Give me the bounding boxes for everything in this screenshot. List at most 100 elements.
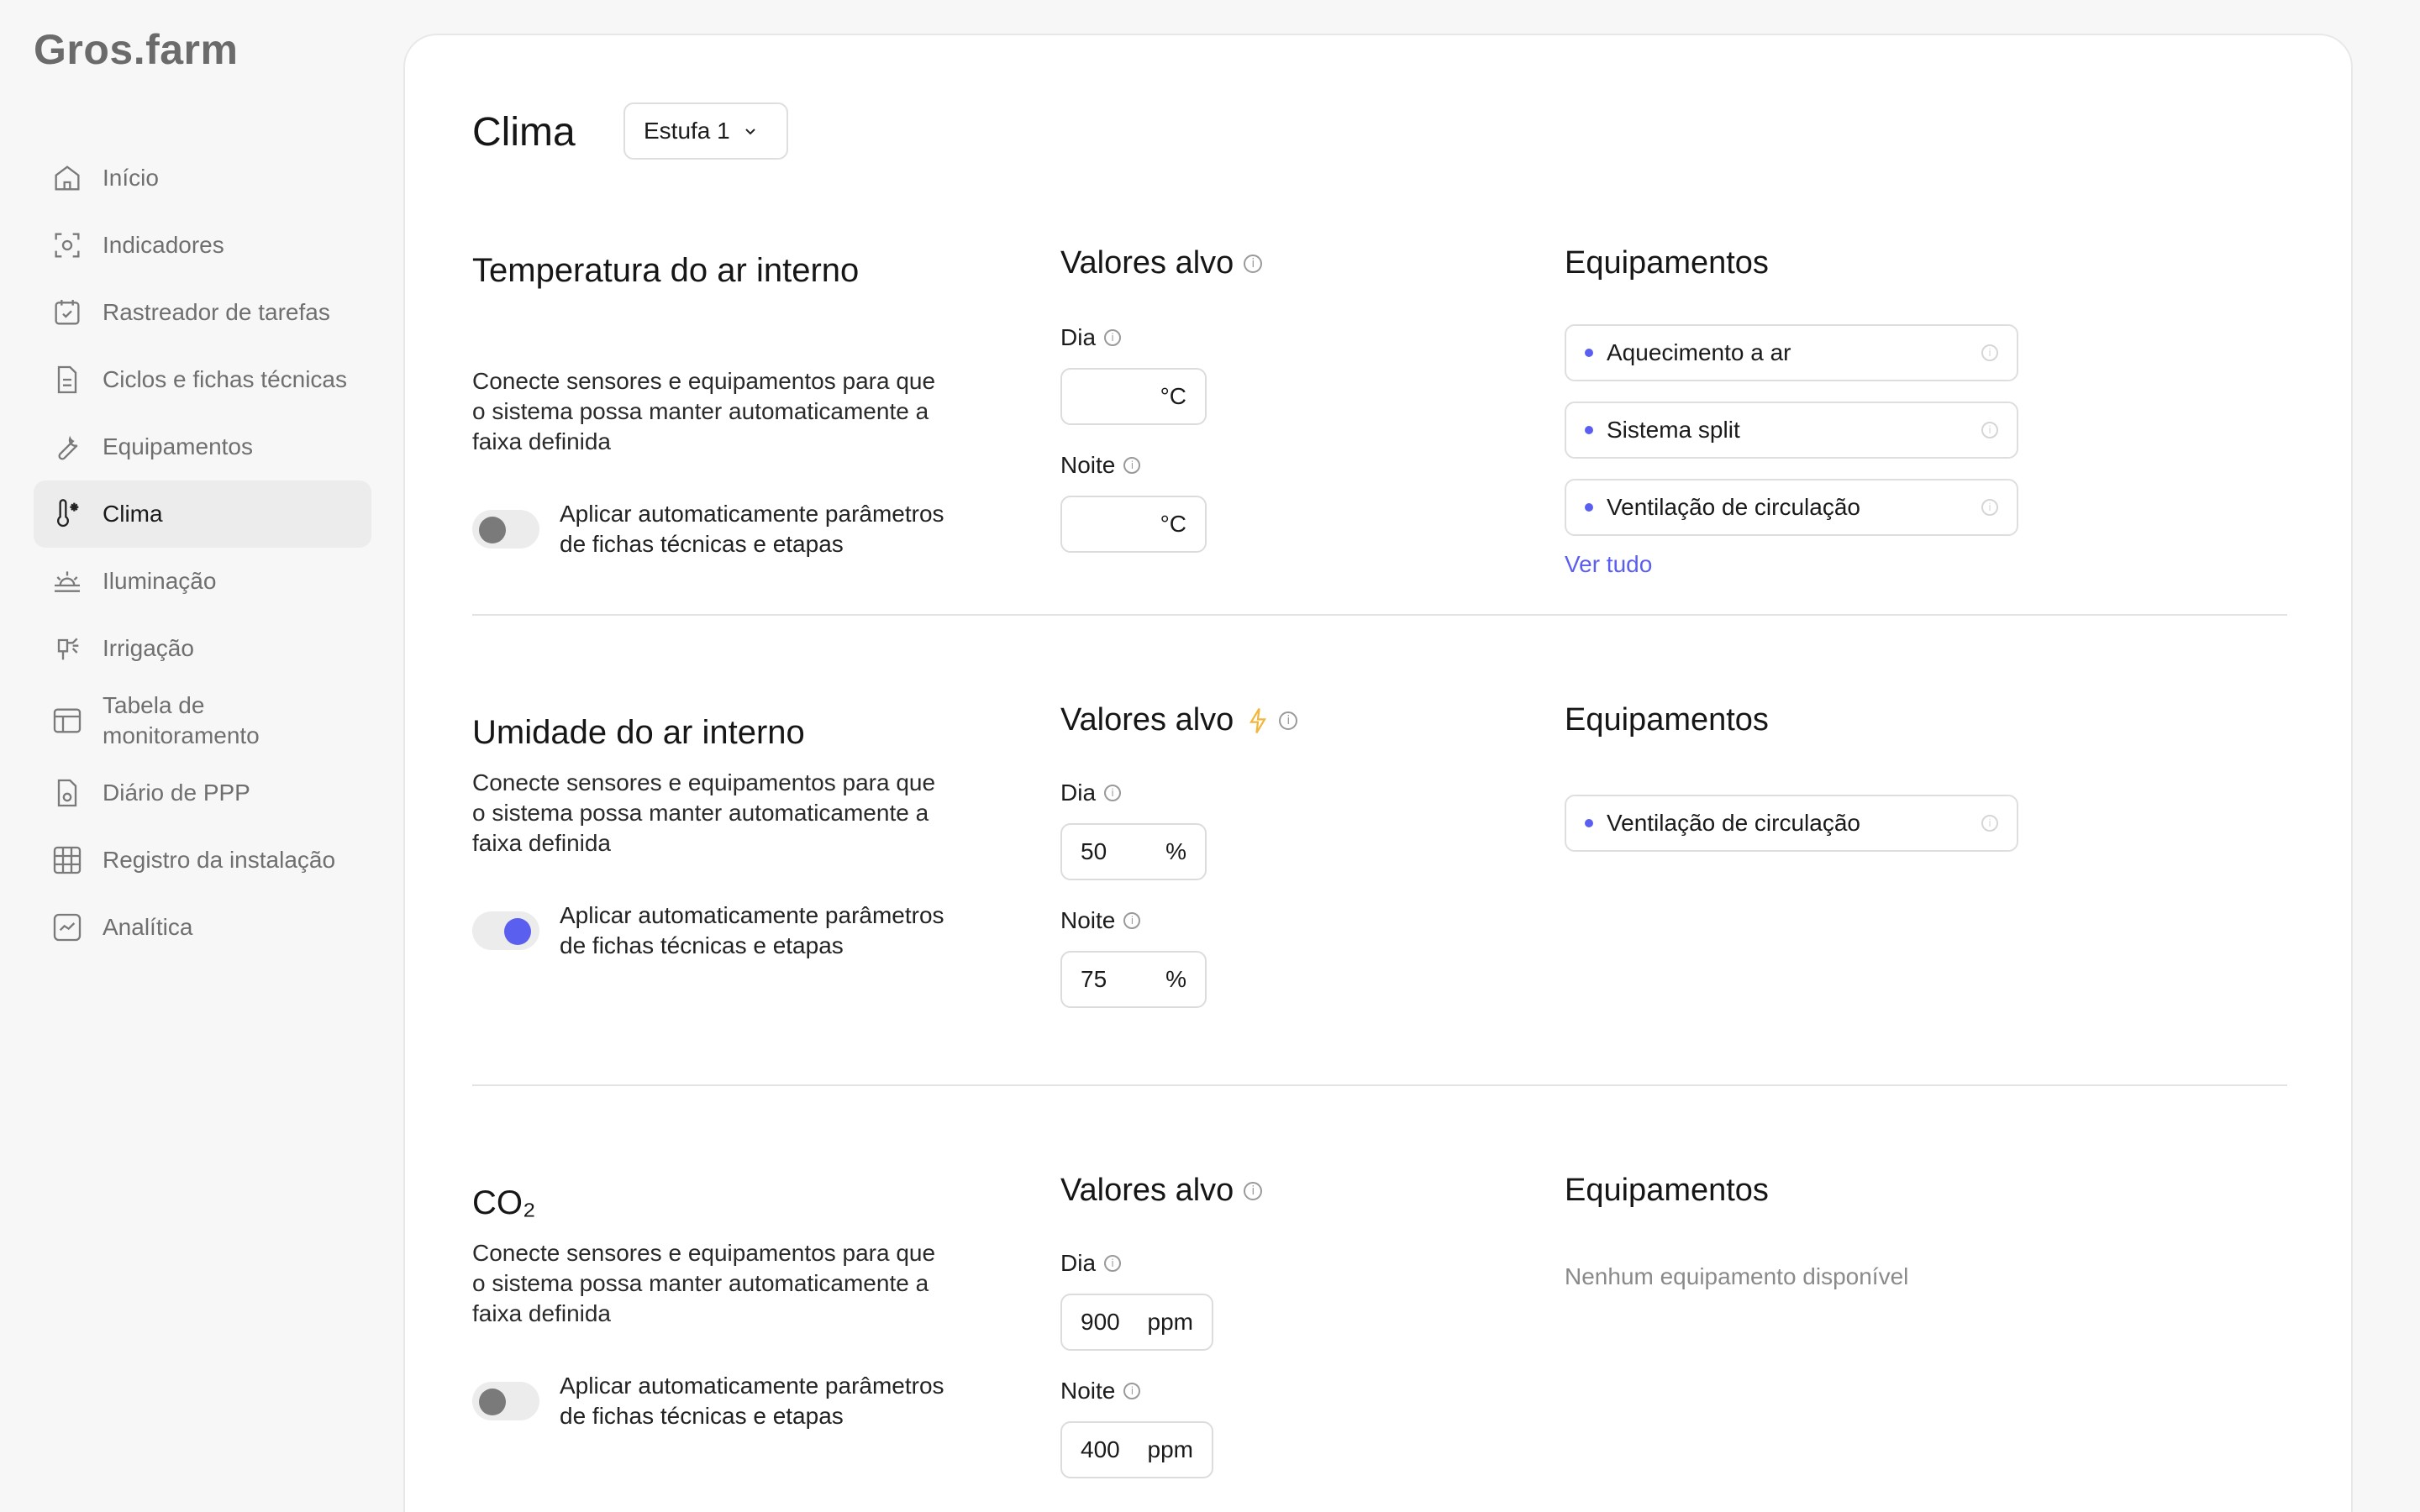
day-value: 50 (1081, 838, 1107, 864)
info-icon[interactable]: i (1123, 1383, 1141, 1399)
auto-apply-row: Aplicar automaticamente parâmetros de fi… (472, 499, 976, 559)
equipment-item[interactable]: Aquecimento a ar i (1565, 324, 2018, 381)
sidebar-item-equipamentos[interactable]: Equipamentos (34, 413, 371, 480)
info-icon[interactable]: i (1104, 785, 1122, 801)
ppp-doc-icon (50, 776, 84, 810)
info-icon[interactable]: i (1244, 254, 1263, 273)
night-temperature-input[interactable]: °C (1060, 496, 1207, 553)
greenhouse-select[interactable]: Estufa 1 (623, 102, 788, 160)
day-label-text: Dia (1060, 780, 1097, 806)
targets-title-text: Valores alvo (1060, 1173, 1234, 1208)
targets-title-text: Valores alvo (1060, 702, 1234, 738)
day-co2-input[interactable]: 900 ppm (1060, 1294, 1213, 1351)
day-label-text: Dia (1060, 324, 1097, 350)
section-divider (472, 1084, 2287, 1086)
sensor-icon (50, 228, 84, 262)
sprinkler-icon (50, 632, 84, 665)
chart-icon (50, 911, 84, 944)
auto-apply-row: Aplicar automaticamente parâmetros de fi… (472, 900, 976, 961)
sidebar-item-rastreador[interactable]: Rastreador de tarefas (34, 279, 371, 346)
sidebar-item-inicio[interactable]: Início (34, 144, 371, 212)
section-humidity: Umidade do ar interno Conecte sensores e… (472, 702, 2287, 1077)
equipment-label: Aquecimento a ar (1607, 339, 1791, 365)
equipment-title: Equipamentos (1565, 1173, 1769, 1208)
night-co2-input[interactable]: 400 ppm (1060, 1421, 1213, 1478)
info-icon[interactable]: i (1981, 499, 1998, 516)
equipment-title: Equipamentos (1565, 245, 1769, 281)
night-humidity-input[interactable]: 75 % (1060, 951, 1207, 1008)
targets-title: Valores alvo i (1060, 245, 1263, 281)
sidebar-item-label: Analítica (103, 914, 193, 940)
sidebar-item-tabela[interactable]: Tabela de monitoramento (34, 682, 371, 759)
night-unit: °C (1160, 511, 1186, 537)
info-icon[interactable]: i (1104, 1255, 1122, 1272)
sidebar-item-diario-ppp[interactable]: Diário de PPP (34, 759, 371, 827)
sidebar-item-indicadores[interactable]: Indicadores (34, 212, 371, 279)
equipment-title: Equipamentos (1565, 702, 1769, 738)
view-all-link[interactable]: Ver tudo (1565, 551, 1652, 578)
night-value: 75 (1081, 966, 1107, 992)
auto-apply-toggle[interactable] (472, 911, 539, 950)
app-logo[interactable]: Gros.farm (34, 25, 238, 74)
equipment-label: Ventilação de circulação (1607, 494, 1860, 520)
sidebar-item-label: Início (103, 165, 159, 191)
sidebar-item-clima[interactable]: Clima (34, 480, 371, 548)
info-icon[interactable]: i (1981, 815, 1998, 832)
home-icon (50, 161, 84, 195)
night-value: 400 (1081, 1436, 1120, 1462)
info-icon[interactable]: i (1123, 457, 1141, 474)
sidebar-item-label: Clima (103, 501, 163, 527)
equipment-label: Sistema split (1607, 417, 1740, 443)
lightning-icon (1249, 707, 1267, 733)
info-icon[interactable]: i (1981, 422, 1998, 438)
section-co2: CO₂ Conecte sensores e equipamentos para… (472, 1173, 2287, 1512)
sidebar-item-label: Equipamentos (103, 433, 254, 459)
wrench-icon (50, 430, 84, 464)
sidebar-item-analitica[interactable]: Analítica (34, 894, 371, 961)
sidebar-item-irrigacao[interactable]: Irrigação (34, 615, 371, 682)
sidebar-item-registro[interactable]: Registro da instalação (34, 827, 371, 894)
night-label-text: Noite (1060, 1378, 1116, 1404)
targets-title-text: Valores alvo (1060, 245, 1234, 281)
grid-icon (50, 843, 84, 877)
info-icon[interactable]: i (1981, 344, 1998, 361)
equipment-item[interactable]: Sistema split i (1565, 402, 2018, 459)
day-unit: % (1165, 838, 1186, 864)
equipment-item[interactable]: Ventilação de circulação i (1565, 795, 2018, 852)
sunrise-icon (50, 564, 84, 598)
day-value: 900 (1081, 1309, 1120, 1335)
main-card: Clima Estufa 1 Temperatura do ar interno… (403, 34, 2353, 1512)
equipment-item[interactable]: Ventilação de circulação i (1565, 479, 2018, 536)
thermometer-icon (50, 497, 84, 531)
day-temperature-input[interactable]: °C (1060, 368, 1207, 425)
night-label: Noite i (1060, 907, 1141, 934)
day-label: Dia i (1060, 780, 1122, 806)
sidebar-item-label: Tabela de monitoramento (103, 692, 260, 748)
auto-apply-label: Aplicar automaticamente parâmetros de fi… (560, 1373, 944, 1429)
info-icon[interactable]: i (1123, 912, 1141, 929)
section-divider (472, 614, 2287, 616)
sidebar-item-label: Registro da instalação (103, 847, 336, 873)
status-dot (1585, 349, 1593, 357)
info-icon[interactable]: i (1244, 1181, 1263, 1200)
section-title: Umidade do ar interno (472, 714, 805, 751)
auto-apply-toggle[interactable] (472, 1382, 539, 1420)
night-label-text: Noite (1060, 452, 1116, 478)
section-description: Conecte sensores e equipamentos para que… (472, 1240, 936, 1326)
day-humidity-input[interactable]: 50 % (1060, 823, 1207, 880)
info-icon[interactable]: i (1104, 329, 1122, 346)
sidebar-item-label: Indicadores (103, 232, 224, 258)
section-description: Conecte sensores e equipamentos para que… (472, 769, 936, 856)
section-title: CO₂ (472, 1184, 536, 1221)
day-label: Dia i (1060, 1250, 1122, 1277)
sidebar-item-ciclos[interactable]: Ciclos e fichas técnicas (34, 346, 371, 413)
chevron-down-icon (745, 129, 755, 135)
page-title: Clima (472, 110, 576, 155)
auto-apply-toggle[interactable] (472, 510, 539, 549)
empty-equipment-text: Nenhum equipamento disponível (1565, 1263, 1909, 1289)
document-icon (50, 363, 84, 396)
sidebar-item-label: Ciclos e fichas técnicas (103, 366, 348, 392)
info-icon[interactable]: i (1279, 711, 1298, 730)
sidebar-item-iluminacao[interactable]: Iluminação (34, 548, 371, 615)
greenhouse-select-value: Estufa 1 (644, 118, 730, 144)
